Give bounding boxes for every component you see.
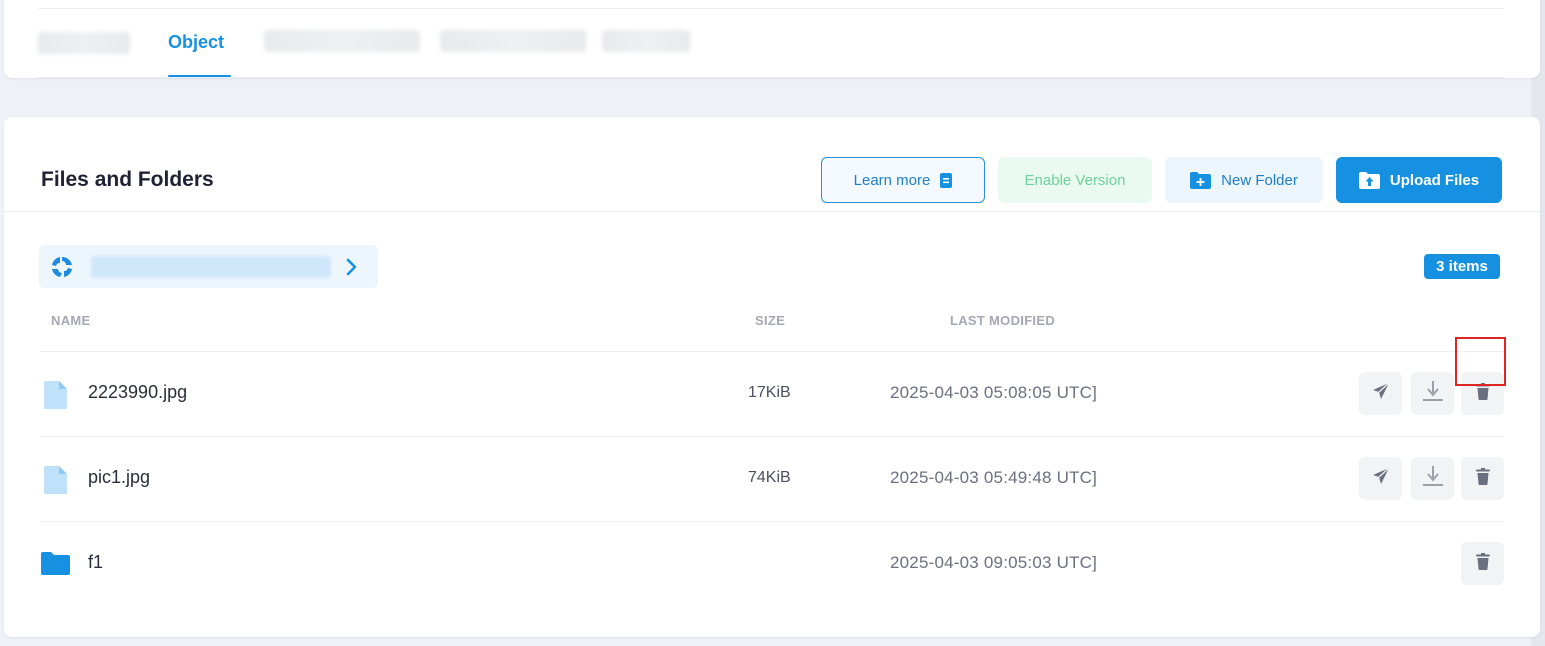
table-row[interactable]: 2223990.jpg 17KiB 2025-04-03 05:08:05 UT… [4, 352, 1540, 436]
column-header-last-modified: LAST MODIFIED [950, 313, 1056, 328]
row-name[interactable]: f1 [88, 552, 103, 573]
table-row[interactable]: pic1.jpg 74KiB 2025-04-03 05:49:48 UTC] [4, 437, 1540, 521]
row-name[interactable]: pic1.jpg [88, 467, 150, 488]
delete-button[interactable] [1461, 542, 1504, 585]
download-button[interactable] [1411, 372, 1454, 415]
new-folder-label: New Folder [1221, 171, 1298, 189]
files-panel: Files and Folders Learn more Enable Vers… [4, 117, 1540, 637]
tab-bar-bottom-divider [38, 77, 1504, 78]
share-button[interactable] [1359, 457, 1402, 500]
delete-button[interactable] [1461, 372, 1504, 415]
files-panel-header: Files and Folders Learn more Enable Vers… [4, 117, 1540, 212]
upload-files-label: Upload Files [1389, 171, 1480, 189]
items-count-badge: 3 items [1424, 254, 1500, 279]
share-icon [1372, 467, 1390, 490]
column-header-name: NAME [51, 313, 91, 328]
upload-icon [1358, 171, 1380, 189]
row-name[interactable]: 2223990.jpg [88, 382, 187, 403]
page-title: Files and Folders [41, 168, 214, 191]
download-icon [1422, 465, 1443, 492]
learn-more-button[interactable]: Learn more [821, 157, 985, 203]
download-button[interactable] [1411, 457, 1454, 500]
upload-files-button[interactable]: Upload Files [1336, 157, 1502, 203]
tab-redacted-3[interactable] [440, 30, 586, 52]
share-icon [1372, 382, 1390, 405]
trash-icon [1475, 467, 1490, 490]
share-button[interactable] [1359, 372, 1402, 415]
learn-more-label: Learn more [853, 171, 931, 189]
breadcrumb[interactable] [39, 245, 378, 288]
bucket-logo-icon [49, 255, 75, 279]
row-size: 17KiB [748, 384, 791, 401]
trash-icon [1475, 382, 1490, 405]
document-icon [940, 172, 953, 188]
download-icon [1422, 380, 1443, 407]
tab-redacted-2[interactable] [264, 30, 420, 52]
enable-version-button[interactable]: Enable Version [998, 157, 1152, 203]
tab-bar-top-divider [38, 8, 1504, 9]
column-header-size: SIZE [755, 313, 786, 328]
row-modified: 2025-04-03 09:05:03 UTC] [890, 553, 1098, 572]
chevron-right-icon[interactable] [344, 256, 360, 278]
row-modified: 2025-04-03 05:49:48 UTC] [890, 468, 1098, 487]
enable-version-label: Enable Version [1024, 171, 1126, 189]
folder-plus-icon [1190, 171, 1212, 189]
folder-icon [41, 552, 70, 580]
table-row[interactable]: f1 2025-04-03 09:05:03 UTC] [4, 522, 1540, 606]
file-icon [44, 381, 67, 414]
tab-object[interactable]: Object [168, 32, 231, 78]
new-folder-button[interactable]: New Folder [1165, 157, 1323, 203]
tab-object-label: Object [168, 32, 225, 52]
row-size: 74KiB [748, 469, 791, 486]
delete-button[interactable] [1461, 457, 1504, 500]
trash-icon [1475, 552, 1490, 575]
file-icon [44, 466, 67, 499]
row-modified: 2025-04-03 05:08:05 UTC] [890, 383, 1098, 402]
tab-redacted-1[interactable] [38, 32, 130, 54]
breadcrumb-path-redacted[interactable] [91, 256, 331, 278]
tab-redacted-4[interactable] [602, 30, 690, 52]
tab-bar: Object [4, 0, 1540, 78]
